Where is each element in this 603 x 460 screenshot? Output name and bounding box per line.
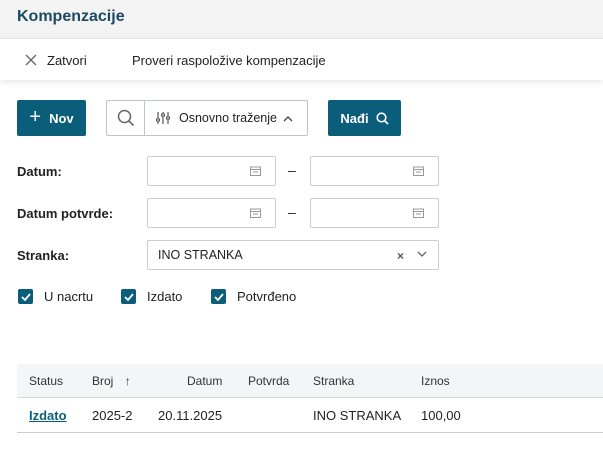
close-button[interactable]: Zatvori — [25, 39, 87, 81]
column-header-date[interactable]: Datum — [187, 374, 222, 388]
date-range-separator: – — [288, 162, 296, 178]
checkbox-issued[interactable]: Izdato — [121, 289, 182, 304]
clear-icon[interactable]: × — [397, 249, 404, 263]
row-amount: 100,00 — [421, 408, 461, 423]
check-compensations-label: Proveri raspoložive kompenzacije — [132, 52, 326, 68]
partner-label: Stranka: — [17, 248, 70, 263]
column-header-amount[interactable]: Iznos — [421, 374, 450, 388]
checkbox-checked-icon — [211, 289, 226, 304]
partner-select[interactable]: INO STRANKA × — [147, 240, 439, 270]
date-label: Datum: — [17, 164, 62, 179]
checkbox-draft[interactable]: U nacrtu — [18, 289, 93, 304]
checkbox-issued-label: Izdato — [147, 289, 183, 304]
chevron-up-icon — [283, 115, 293, 121]
date-to-input[interactable] — [310, 156, 439, 186]
column-header-number[interactable]: Broj ↑ — [92, 374, 131, 388]
date-from-input[interactable] — [147, 156, 276, 186]
table-row[interactable]: Izdato 2025-2 20.11.2025 INO STRANKA 100… — [17, 398, 603, 433]
page-title: Kompenzacije — [17, 8, 125, 25]
search-group: Osnovno traženje — [106, 100, 308, 136]
checkbox-confirmed[interactable]: Potvrđeno — [211, 289, 296, 304]
search-icon — [117, 109, 134, 127]
checkbox-checked-icon — [18, 289, 33, 304]
new-button[interactable]: + Nov — [17, 100, 86, 136]
search-toggle-button[interactable] — [107, 101, 145, 135]
find-button-label: Nađi — [340, 110, 369, 126]
confirm-date-range-separator: – — [288, 204, 296, 220]
check-compensations-button[interactable]: Proveri raspoložive kompenzacije — [132, 39, 326, 81]
partner-value: INO STRANKA — [158, 248, 243, 262]
confirm-date-label: Datum potvrde: — [17, 206, 114, 221]
close-label: Zatvori — [47, 52, 87, 68]
new-button-label: Nov — [49, 110, 74, 126]
toolbar: Zatvori Proveri raspoložive kompenzacije — [0, 38, 603, 80]
column-header-status[interactable]: Status — [29, 374, 63, 388]
search-mode-label: Osnovno traženje — [179, 111, 277, 125]
checkbox-draft-label: U nacrtu — [44, 289, 94, 304]
checkbox-confirmed-label: Potvrđeno — [237, 289, 297, 304]
search-mode-dropdown[interactable]: Osnovno traženje — [145, 101, 307, 135]
confirm-date-to-input[interactable] — [310, 198, 439, 228]
confirm-date-from-input[interactable] — [147, 198, 276, 228]
row-status-link[interactable]: Izdato — [29, 408, 67, 423]
row-number: 2025-2 — [92, 408, 133, 423]
row-date: 20.11.2025 — [158, 408, 223, 423]
calendar-icon — [413, 208, 424, 218]
sort-ascending-icon: ↑ — [124, 374, 131, 388]
table-header: Status Broj ↑ Datum Potvrda Stranka Izno… — [17, 364, 603, 398]
close-icon — [25, 54, 37, 66]
chevron-down-icon[interactable] — [417, 251, 427, 258]
checkbox-checked-icon — [121, 289, 136, 304]
find-button[interactable]: Nađi — [328, 100, 401, 136]
calendar-icon — [250, 166, 261, 176]
calendar-icon — [250, 208, 261, 218]
column-header-confirmation[interactable]: Potvrda — [248, 374, 289, 388]
row-partner: INO STRANKA — [313, 408, 402, 423]
plus-icon: + — [29, 106, 42, 128]
title-bar: Kompenzacije — [0, 0, 603, 38]
filter-sliders-icon — [156, 112, 170, 124]
calendar-icon — [413, 166, 424, 176]
column-header-partner[interactable]: Stranka — [313, 374, 354, 388]
search-icon — [375, 111, 389, 125]
column-header-number-label: Broj — [92, 374, 114, 388]
